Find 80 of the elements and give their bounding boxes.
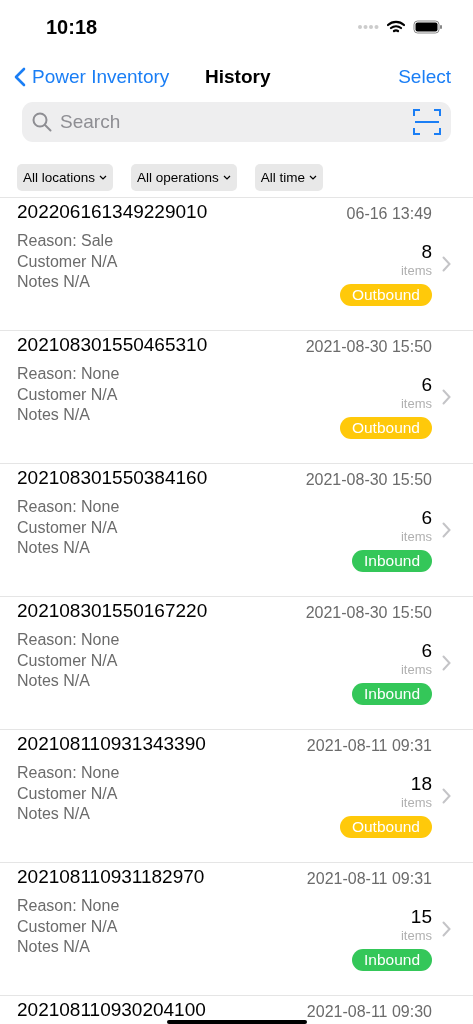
record-date: 06-16 13:49 <box>346 205 432 222</box>
chevron-right-icon <box>442 788 451 804</box>
record-date: 2021-08-30 15:50 <box>305 338 432 355</box>
history-row[interactable]: 202108301550384160 Reason: None Customer N/A Notes N/A 2021-08-30 15:50 6 items Inbound <box>0 463 473 596</box>
filter-dropdown[interactable]: All time <box>254 164 324 191</box>
signal-icon <box>357 24 379 30</box>
reason-text: Reason: None <box>17 497 120 517</box>
history-row[interactable]: 202108110931343390 Reason: None Customer N/A Notes N/A 2021-08-11 09:31 18 items Outbound <box>0 729 473 862</box>
operation-badge: Inbound <box>351 683 432 705</box>
record-id: 202108301550167220 <box>17 602 208 620</box>
operation-badge: Outbound <box>339 417 432 439</box>
record-id: 202206161349229010 <box>17 203 208 221</box>
reason-text: Reason: None <box>17 364 120 384</box>
notes-text: Notes N/A <box>17 937 90 957</box>
history-row[interactable]: 202108110931182970 Reason: None Customer N/A Notes N/A 2021-08-11 09:31 15 items Inbound <box>0 862 473 995</box>
reason-text: Reason: None <box>17 896 120 916</box>
record-id: 202108110931182970 <box>17 868 205 886</box>
item-count: 8 <box>421 241 432 263</box>
page-title: History <box>205 66 271 88</box>
search-input[interactable]: Search <box>58 110 407 134</box>
operation-badge: Outbound <box>339 816 432 838</box>
battery-icon <box>413 20 443 34</box>
record-date: 2021-08-11 09:31 <box>306 737 432 754</box>
chevron-right-icon <box>442 655 451 671</box>
item-unit: items <box>400 928 432 943</box>
item-unit: items <box>400 795 432 810</box>
operation-badge: Inbound <box>351 550 432 572</box>
back-link[interactable]: Power Inventory <box>14 66 170 88</box>
scan-icon[interactable] <box>413 108 441 136</box>
item-count: 6 <box>421 640 432 662</box>
history-row[interactable]: 202108301550167220 Reason: None Customer N/A Notes N/A 2021-08-30 15:50 6 items Inbound <box>0 596 473 729</box>
item-count: 6 <box>421 507 432 529</box>
reason-text: Reason: Sale <box>17 231 114 251</box>
notes-text: Notes N/A <box>17 272 90 292</box>
history-row[interactable]: 202108301550465310 Reason: None Customer N/A Notes N/A 2021-08-30 15:50 6 items Outbound <box>0 330 473 463</box>
item-unit: items <box>400 396 432 411</box>
item-count: 18 <box>410 773 432 795</box>
record-id: 202108110930204100 <box>17 1001 206 1019</box>
chevron-right-icon <box>442 256 451 272</box>
record-id: 202108301550384160 <box>17 469 208 487</box>
operation-badge: Outbound <box>339 284 432 306</box>
history-row[interactable]: 202206161349229010 Reason: Sale Customer N/A Notes N/A 06-16 13:49 8 items Outbound <box>0 197 473 330</box>
reason-text: Reason: None <box>17 630 120 650</box>
record-id: 202108110931343390 <box>17 735 206 753</box>
notes-text: Notes N/A <box>17 538 90 558</box>
operation-badge: Inbound <box>351 949 432 971</box>
record-date: 2021-08-30 15:50 <box>305 471 432 488</box>
filter-dropdown[interactable]: All operations <box>131 164 237 191</box>
select-link[interactable]: Select <box>398 66 451 88</box>
search-icon <box>32 112 52 132</box>
notes-text: Notes N/A <box>17 804 90 824</box>
chevron-left-icon <box>14 67 26 87</box>
item-unit: items <box>400 662 432 677</box>
record-date: 2021-08-11 09:30 <box>306 1003 432 1020</box>
notes-text: Notes N/A <box>17 671 90 691</box>
caret-icon <box>222 175 231 180</box>
record-date: 2021-08-30 15:50 <box>305 604 432 621</box>
chevron-right-icon <box>442 522 451 538</box>
customer-text: Customer N/A <box>17 251 118 272</box>
customer-text: Customer N/A <box>17 650 118 671</box>
record-date: 2021-08-11 09:31 <box>306 870 432 887</box>
customer-text: Customer N/A <box>17 916 118 937</box>
chevron-right-icon <box>442 389 451 405</box>
item-count: 6 <box>421 374 432 396</box>
customer-text: Customer N/A <box>17 517 118 538</box>
record-id: 202108301550465310 <box>17 336 208 354</box>
reason-text: Reason: None <box>17 763 120 783</box>
caret-icon <box>309 175 318 180</box>
filter-dropdown[interactable]: All locations <box>17 164 114 191</box>
notes-text: Notes N/A <box>17 405 90 425</box>
search-field[interactable]: Search <box>22 102 451 142</box>
status-time: 10:18 <box>46 15 98 39</box>
item-count: 15 <box>410 906 432 928</box>
customer-text: Customer N/A <box>17 783 118 804</box>
chevron-right-icon <box>442 921 451 937</box>
wifi-icon <box>387 20 405 34</box>
caret-icon <box>99 175 108 180</box>
item-unit: items <box>400 263 432 278</box>
item-unit: items <box>400 529 432 544</box>
customer-text: Customer N/A <box>17 384 118 405</box>
